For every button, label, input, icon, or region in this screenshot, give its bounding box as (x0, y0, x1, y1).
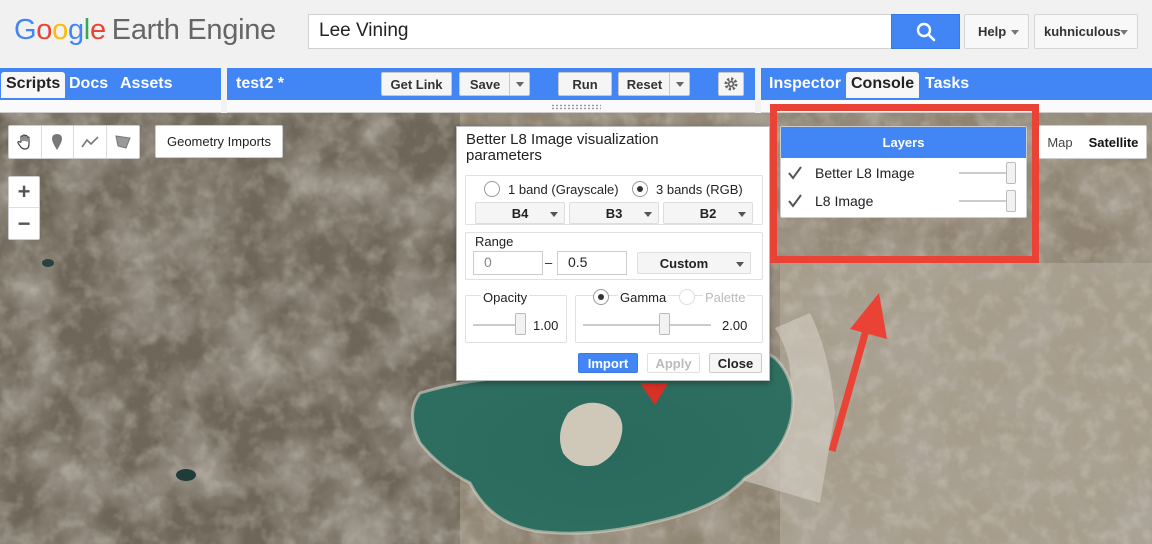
help-button[interactable]: Help (964, 14, 1029, 49)
zoom-in-button[interactable]: + (9, 177, 39, 208)
reset-label: Reset (626, 76, 663, 92)
tab-assets[interactable]: Assets (115, 72, 177, 98)
annotation-highlight-box (770, 104, 1039, 263)
reset-button[interactable]: Reset (618, 72, 690, 96)
editor-panel-edge (227, 100, 755, 113)
radio-grayscale[interactable] (484, 181, 500, 197)
gear-icon (724, 77, 738, 91)
user-menu-button[interactable]: kuhniculous (1034, 14, 1138, 49)
gamma-slider-thumb[interactable] (659, 313, 670, 335)
opacity-slider-thumb[interactable] (515, 313, 526, 335)
save-button[interactable]: Save (459, 72, 530, 96)
help-label: Help (978, 24, 1007, 39)
settings-button[interactable] (718, 72, 744, 96)
line-tool-button[interactable] (74, 126, 107, 158)
point-icon (52, 134, 63, 150)
palette-label: Palette (703, 290, 748, 305)
band-blue-select[interactable]: B2 (663, 202, 753, 224)
polygon-icon (115, 135, 131, 149)
import-button[interactable]: Import (578, 353, 638, 373)
google-earth-engine-logo[interactable]: Google Earth Engine (14, 14, 276, 47)
band-green-select[interactable]: B3 (569, 202, 659, 224)
save-label: Save (469, 76, 501, 92)
radio-rgb-label: 3 bands (RGB) (656, 182, 743, 197)
zoom-out-button[interactable]: − (9, 208, 39, 239)
chevron-down-icon[interactable] (509, 73, 529, 95)
visualization-dialog: Better L8 Image visualization parameters… (456, 126, 770, 381)
tab-inspector[interactable]: Inspector (764, 72, 846, 98)
map-type-control: Map Satellite (1038, 125, 1147, 159)
polygon-tool-button[interactable] (107, 126, 139, 158)
dialog-title: Better L8 Image visualization parameters (466, 131, 659, 164)
chevron-down-icon (1120, 30, 1128, 35)
zoom-control: + − (8, 176, 40, 240)
map-type-map-button[interactable]: Map (1039, 126, 1081, 158)
user-label: kuhniculous (1044, 24, 1121, 39)
map-type-satellite-button[interactable]: Satellite (1081, 126, 1146, 158)
drawing-tools (8, 125, 140, 159)
hand-tool-button[interactable] (9, 126, 42, 158)
band-red-select[interactable]: B4 (475, 202, 565, 224)
search-button[interactable] (891, 14, 960, 49)
run-button[interactable]: Run (558, 72, 612, 96)
tab-docs[interactable]: Docs (64, 72, 113, 98)
close-button[interactable]: Close (709, 353, 762, 373)
range-label: Range (475, 234, 514, 249)
radio-grayscale-label: 1 band (Grayscale) (508, 182, 619, 197)
tab-tasks[interactable]: Tasks (920, 72, 974, 98)
range-min-input[interactable]: 0 (473, 251, 543, 275)
tab-console[interactable]: Console (846, 72, 920, 98)
point-tool-button[interactable] (42, 126, 74, 158)
radio-rgb[interactable] (632, 181, 648, 197)
header: Google Earth Engine Lee Vining Help kuhni… (0, 0, 1152, 64)
chevron-down-icon (1011, 30, 1019, 35)
get-link-button[interactable]: Get Link (381, 72, 452, 96)
opacity-value: 1.00 (533, 318, 559, 333)
radio-gamma[interactable] (593, 289, 609, 305)
range-max-input[interactable]: 0.5 (557, 251, 627, 275)
line-icon (81, 136, 99, 148)
apply-button[interactable]: Apply (647, 353, 700, 373)
opacity-label: Opacity (481, 290, 530, 305)
tab-scripts[interactable]: Scripts (1, 72, 66, 98)
radio-palette[interactable] (679, 289, 695, 305)
hand-icon (17, 134, 30, 150)
gamma-slider-track[interactable] (583, 324, 711, 326)
search-input[interactable]: Lee Vining (308, 14, 892, 49)
resize-handle[interactable] (551, 104, 601, 110)
chevron-down-icon[interactable] (669, 73, 689, 95)
scripts-panel-edge (0, 100, 221, 113)
geometry-imports-button[interactable]: Geometry Imports (155, 125, 283, 158)
search-icon (916, 22, 935, 41)
gamma-label: Gamma (618, 290, 669, 305)
script-name[interactable]: test2 * (231, 72, 289, 98)
range-mode-select[interactable]: Custom (637, 252, 751, 274)
gamma-value: 2.00 (722, 318, 748, 333)
range-separator: – (545, 255, 553, 270)
